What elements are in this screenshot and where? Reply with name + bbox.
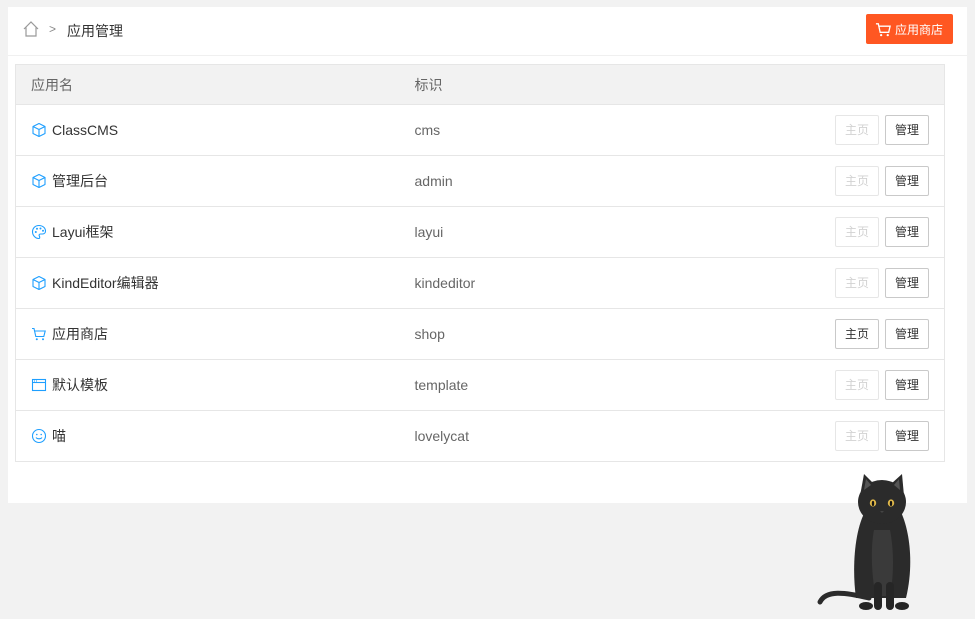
app-name: 喵 xyxy=(52,428,66,444)
app-id-cell: layui xyxy=(399,206,770,258)
app-actions-cell: 主页 管理 xyxy=(769,155,945,207)
app-id-cell: shop xyxy=(399,308,770,360)
breadcrumb-current: 应用管理 xyxy=(67,23,123,39)
app-actions-cell: 主页 管理 xyxy=(769,206,945,258)
cart-icon xyxy=(31,326,47,342)
app-name-cell: 喵 xyxy=(15,410,400,462)
home-page-button[interactable]: 主页 xyxy=(834,370,879,400)
app-name: Layui框架 xyxy=(52,224,114,240)
app-name-cell: 管理后台 xyxy=(15,155,400,207)
app-id-cell: cms xyxy=(399,104,770,156)
manage-button[interactable]: 管理 xyxy=(884,166,929,196)
app-id-cell: template xyxy=(399,359,770,411)
app-table: 应用名 标识 ClassCMS cms 主页 管理 管理后台 admin 主页 管理 xyxy=(15,64,945,462)
breadcrumb-separator: > xyxy=(49,22,57,36)
page-header: > 应用管理 应用商店 xyxy=(8,7,967,56)
table-row: KindEditor编辑器 kindeditor 主页 管理 xyxy=(15,257,945,309)
app-name: 应用商店 xyxy=(52,326,108,342)
cube-icon xyxy=(31,275,47,291)
home-page-button[interactable]: 主页 xyxy=(834,319,879,349)
table-header-row: 应用名 标识 xyxy=(15,64,945,105)
smile-icon xyxy=(31,428,47,444)
app-name-cell: 应用商店 xyxy=(15,308,400,360)
app-id-cell: kindeditor xyxy=(399,257,770,309)
table-row: Layui框架 layui 主页 管理 xyxy=(15,206,945,258)
table-row: 管理后台 admin 主页 管理 xyxy=(15,155,945,207)
home-page-button[interactable]: 主页 xyxy=(834,217,879,247)
black-cat-mascot[interactable] xyxy=(814,470,924,615)
app-name: KindEditor编辑器 xyxy=(52,275,159,291)
app-name-cell: 默认模板 xyxy=(15,359,400,411)
cart-icon xyxy=(875,22,891,36)
browser-window-icon xyxy=(31,377,47,393)
manage-button[interactable]: 管理 xyxy=(884,115,929,145)
app-name: ClassCMS xyxy=(52,122,119,138)
app-name-cell: Layui框架 xyxy=(15,206,400,258)
app-id-cell: admin xyxy=(399,155,770,207)
table-row: 喵 lovelycat 主页 管理 xyxy=(15,410,945,462)
cube-icon xyxy=(31,122,47,138)
app-actions-cell: 主页 管理 xyxy=(769,257,945,309)
manage-button[interactable]: 管理 xyxy=(884,217,929,247)
app-name: 默认模板 xyxy=(52,377,108,393)
app-store-button[interactable]: 应用商店 xyxy=(865,14,953,44)
home-icon[interactable] xyxy=(22,20,40,38)
home-page-button[interactable]: 主页 xyxy=(834,166,879,196)
manage-button[interactable]: 管理 xyxy=(884,319,929,349)
manage-button[interactable]: 管理 xyxy=(884,268,929,298)
table-row: 应用商店 shop 主页 管理 xyxy=(15,308,945,360)
app-store-button-label: 应用商店 xyxy=(894,22,943,37)
app-actions-cell: 主页 管理 xyxy=(769,359,945,411)
app-actions-cell: 主页 管理 xyxy=(769,308,945,360)
manage-button[interactable]: 管理 xyxy=(884,421,929,451)
column-header-name: 应用名 xyxy=(15,64,400,105)
app-name-cell: KindEditor编辑器 xyxy=(15,257,400,309)
table-row: ClassCMS cms 主页 管理 xyxy=(15,104,945,156)
app-actions-cell: 主页 管理 xyxy=(769,104,945,156)
home-page-button[interactable]: 主页 xyxy=(834,115,879,145)
app-id-cell: lovelycat xyxy=(399,410,770,462)
home-page-button[interactable]: 主页 xyxy=(834,268,879,298)
column-header-id: 标识 xyxy=(399,64,770,105)
table-row: 默认模板 template 主页 管理 xyxy=(15,359,945,411)
palette-icon xyxy=(31,224,47,240)
manage-button[interactable]: 管理 xyxy=(884,370,929,400)
app-actions-cell: 主页 管理 xyxy=(769,410,945,462)
app-name-cell: ClassCMS xyxy=(15,104,400,156)
app-name: 管理后台 xyxy=(52,173,108,189)
column-header-actions xyxy=(769,64,945,105)
home-page-button[interactable]: 主页 xyxy=(834,421,879,451)
cube-icon xyxy=(31,173,47,189)
